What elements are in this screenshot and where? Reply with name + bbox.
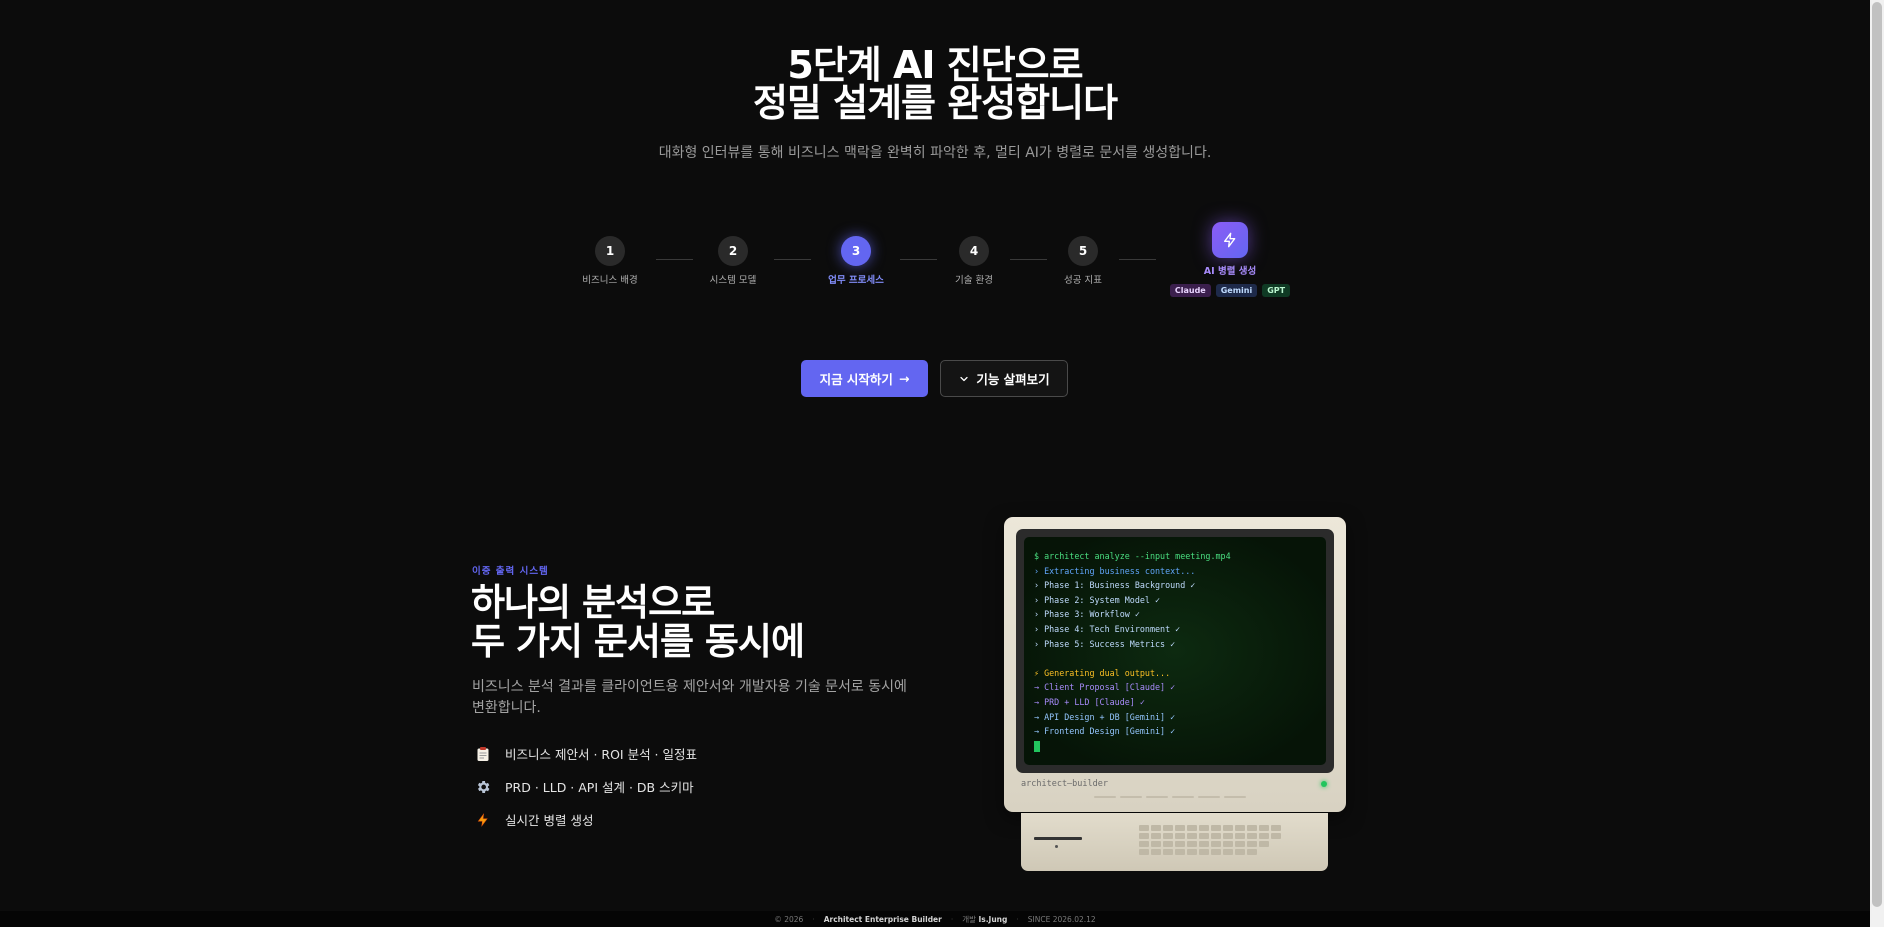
feature-item: PRD · LLD · API 설계 · DB 스키마 [474,777,694,796]
scrollbar-track[interactable] [1870,0,1884,927]
step-number: 5 [1068,236,1098,266]
step-1: 1 비즈니스 배경 [555,236,665,286]
footer-dev-name: Is.Jung [978,914,1008,924]
disk-slot [1034,837,1082,840]
terminal-line: $ architect analyze --input meeting.mp4 [1034,551,1231,561]
footer-since: SINCE 2026.02.12 [1027,914,1096,924]
terminal-line: → API Design + DB [Gemini] ✓ [1034,711,1176,722]
feature-text: 실시간 병렬 생성 [505,813,594,828]
section-title-line2: 두 가지 문서를 동시에 [471,620,805,663]
ai-step-badge [1212,222,1248,258]
footer: © 2026 · Architect Enterprise Builder · … [0,911,1870,927]
power-led [1321,781,1327,787]
terminal-line: → PRD + LLD [Claude] ✓ [1034,696,1145,707]
lightning-icon [474,811,492,829]
step-label: 성공 지표 [1064,275,1102,286]
tag-gemini: Gemini [1215,284,1258,297]
retro-monitor: $ architect analyze --input meeting.mp4 ›… [1004,517,1346,812]
monitor-brand: architect—builder [1021,779,1108,789]
terminal-line: → Frontend Design [Gemini] ✓ [1034,726,1176,737]
step-label: 시스템 모델 [709,275,757,286]
monitor-vents [1094,796,1246,798]
footer-developer: 개발 Is.Jung [962,914,1007,925]
step-number: 1 [595,236,625,266]
terminal-line: › Phase 1: Business Background ✓ [1034,580,1196,591]
section-eyebrow: 이중 출력 시스템 [472,566,549,577]
gear-icon [474,778,492,796]
section-title-line1: 하나의 분석으로 [471,581,715,624]
step-3: 3 업무 프로세스 [801,236,911,286]
footer-copyright: © 2026 [774,914,804,924]
arrow-right-icon: → [898,371,910,386]
terminal-line: → Client Proposal [Claude] ✓ [1034,682,1176,693]
scrollbar-thumb[interactable] [1872,2,1882,907]
terminal-screen: $ architect analyze --input meeting.mp4 ›… [1024,537,1326,765]
terminal-line: › Phase 2: System Model ✓ [1034,594,1161,605]
step-label: 업무 프로세스 [828,275,884,286]
step-2: 2 시스템 모델 [678,236,788,286]
tag-gpt: GPT [1262,284,1291,297]
step-5: 5 성공 지표 [1028,236,1138,286]
terminal-line: › Phase 3: Workflow ✓ [1034,609,1140,620]
terminal-line: › Extracting business context... [1034,565,1196,576]
step-4: 4 기술 환경 [919,236,1029,286]
terminal-line: › Phase 5: Success Metrics ✓ [1034,638,1176,649]
tag-claude: Claude [1169,284,1211,297]
terminal-output: $ architect analyze --input meeting.mp4 ›… [1034,549,1316,739]
hero-title-line1: 5단계 AI 진단으로 [787,43,1083,87]
retro-keyboard [1021,813,1328,871]
hero-title: 5단계 AI 진단으로 정밀 설계를 완성합니다 [0,46,1870,122]
step-connector [1119,259,1156,260]
terminal-cursor [1034,740,1040,752]
step-number: 3 [841,236,871,266]
section-title: 하나의 분석으로 두 가지 문서를 동시에 [471,581,805,663]
terminal-line: › Phase 4: Tech Environment ✓ [1034,623,1181,634]
keyboard-keys [1139,825,1281,857]
keyboard-led [1055,845,1058,848]
step-indicator: 1 비즈니스 배경 2 시스템 모델 3 업무 프로세스 4 기술 환경 5 성… [0,222,1870,312]
feature-item: 비즈니스 제안서 · ROI 분석 · 일정표 [474,744,697,763]
hero-title-line2: 정밀 설계를 완성합니다 [752,81,1118,125]
monitor-bezel: $ architect analyze --input meeting.mp4 ›… [1016,529,1334,773]
hero-subtitle: 대화형 인터뷰를 통해 비즈니스 맥락을 완벽히 파악한 후, 멀티 AI가 병… [658,145,1212,161]
chevron-down-icon [960,376,968,381]
start-now-label: 지금 시작하기 [819,372,893,387]
section-description: 비즈니스 분석 결과를 클라이언트용 제안서와 개발자용 기술 문서로 동시에 … [472,679,907,716]
lightning-icon [1224,232,1236,248]
step-number: 4 [959,236,989,266]
feature-item: 실시간 병렬 생성 [474,810,593,829]
explore-features-label: 기능 살펴보기 [976,372,1050,387]
footer-product: Architect Enterprise Builder [823,914,942,924]
start-now-button[interactable]: 지금 시작하기 → [801,360,928,397]
ai-parallel-step: AI 병렬 생성 Claude Gemini GPT [1165,222,1295,297]
feature-text: 비즈니스 제안서 · ROI 분석 · 일정표 [505,747,697,762]
feature-text: PRD · LLD · API 설계 · DB 스키마 [505,780,694,795]
explore-features-button[interactable]: 기능 살펴보기 [940,360,1068,397]
ai-step-label: AI 병렬 생성 [1203,266,1257,277]
step-label: 기술 환경 [955,275,993,286]
terminal-line: ⚡ Generating dual output... [1034,667,1171,678]
clipboard-icon [474,745,492,763]
footer-dev-prefix: 개발 [962,914,977,924]
step-number: 2 [718,236,748,266]
step-label: 비즈니스 배경 [582,275,638,286]
ai-model-tags: Claude Gemini GPT [1165,284,1295,297]
